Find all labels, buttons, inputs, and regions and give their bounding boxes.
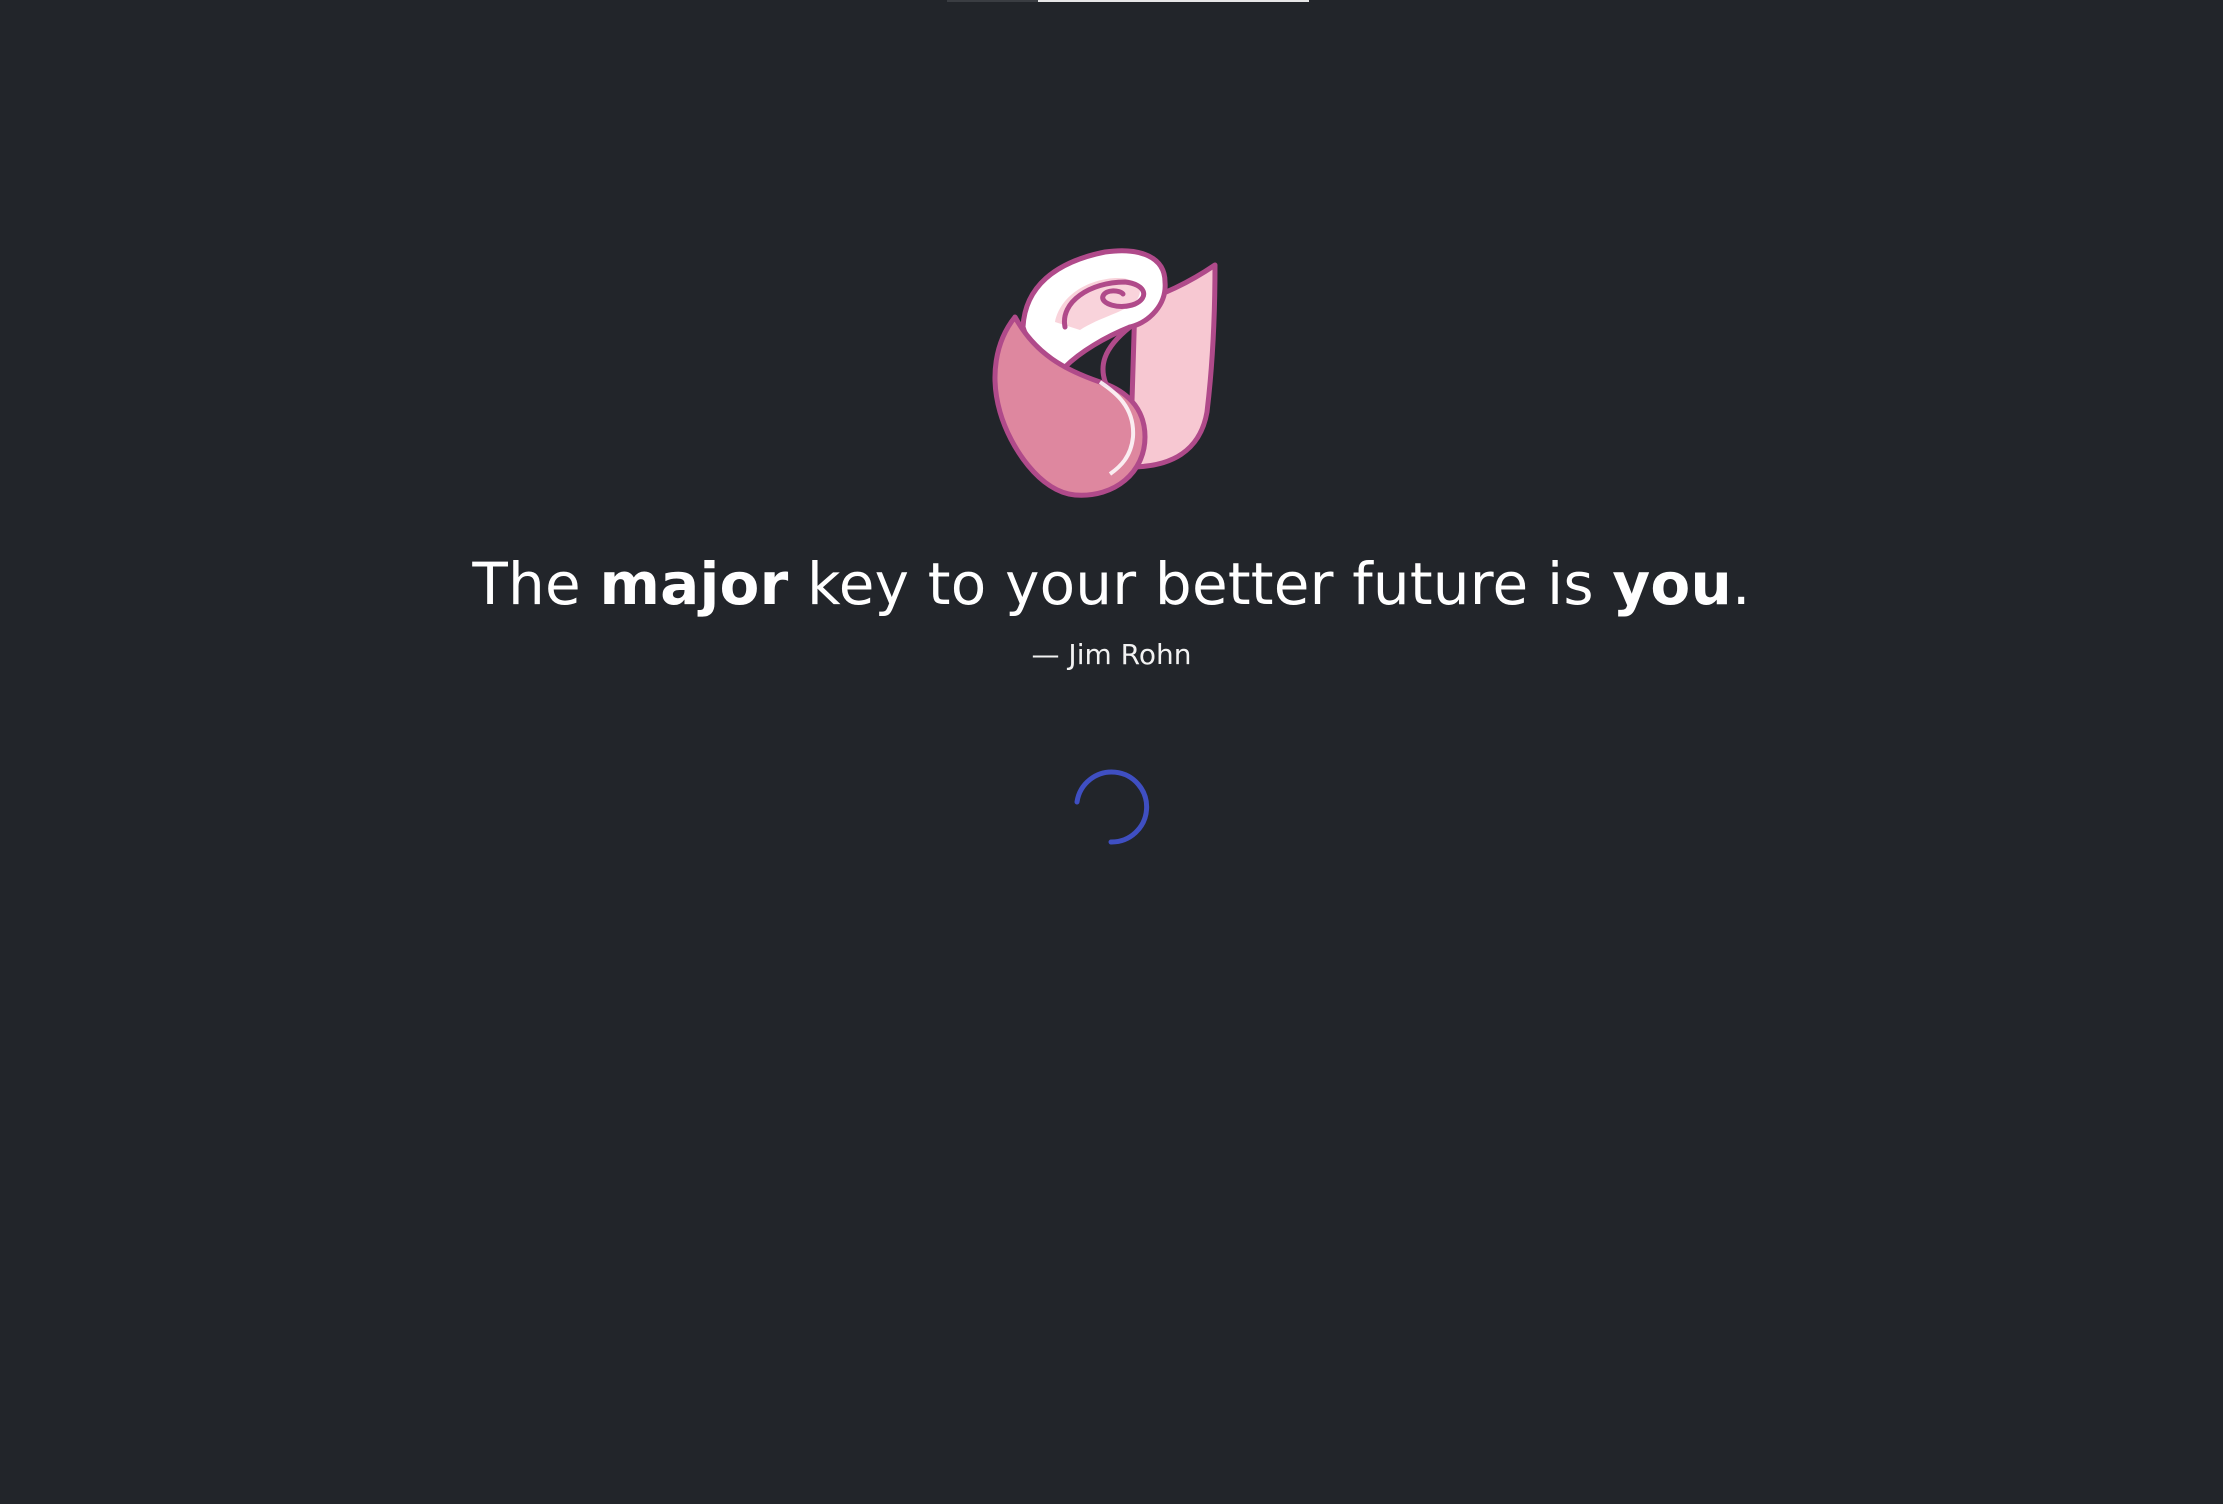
rose-icon xyxy=(992,248,1218,498)
top-progress-fill xyxy=(1037,0,1309,2)
top-progress-bar xyxy=(947,0,1309,2)
quote-emphasis-major: major xyxy=(599,550,789,618)
quote-part-1: The xyxy=(472,550,600,618)
quote-emphasis-you: you xyxy=(1612,550,1732,618)
quote-text: The major key to your better future is y… xyxy=(0,546,2223,622)
quote-author: — Jim Rohn xyxy=(1031,638,1192,671)
quote-part-3: . xyxy=(1731,550,1751,618)
quote-part-2: key to your better future is xyxy=(788,550,1613,618)
loading-spinner-icon xyxy=(1074,769,1150,845)
